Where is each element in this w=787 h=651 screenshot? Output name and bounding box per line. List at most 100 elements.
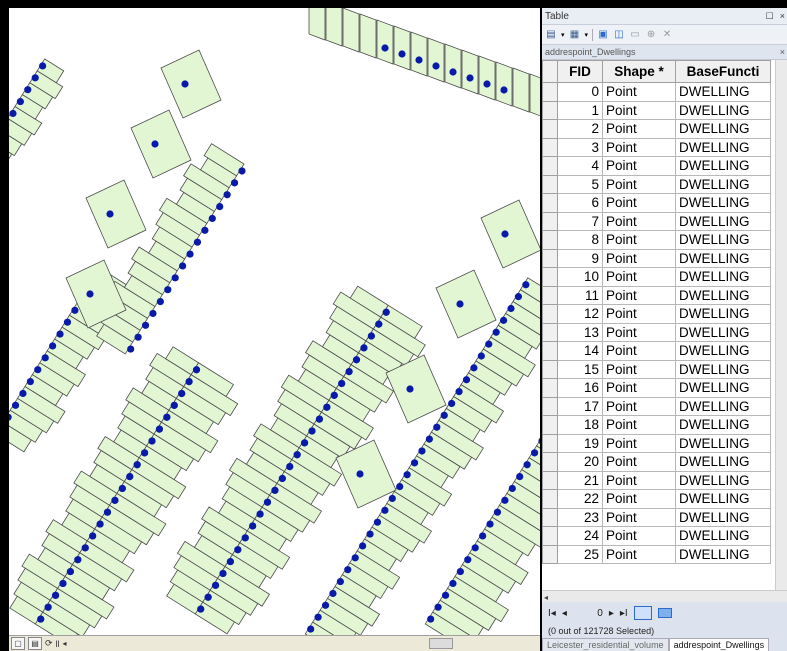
dwelling-point[interactable] [39, 62, 47, 70]
dwelling-point[interactable] [56, 330, 64, 338]
row-selector[interactable] [542, 415, 558, 435]
dwelling-point[interactable] [329, 589, 337, 598]
building-parcel[interactable] [435, 269, 497, 339]
dwelling-point[interactable] [170, 401, 178, 409]
pause-icon[interactable]: ll [56, 639, 60, 649]
column-header-fid[interactable]: FID [557, 60, 603, 83]
cell-shape[interactable]: Point [602, 452, 676, 472]
dwelling-point[interactable] [307, 625, 315, 633]
dwelling-point[interactable] [178, 389, 186, 398]
table-options-icon[interactable]: ▤ [545, 29, 557, 41]
cell-shape[interactable]: Point [602, 526, 676, 546]
dwelling-point[interactable] [456, 567, 464, 576]
cell-shape[interactable]: Point [602, 507, 676, 527]
cell-basefuncti[interactable]: DWELLING [675, 378, 771, 398]
dwelling-point[interactable] [193, 238, 202, 246]
dwelling-point[interactable] [338, 379, 346, 388]
dwelling-point[interactable] [507, 304, 515, 313]
first-record-icon[interactable]: I◂ [548, 608, 556, 619]
cell-shape[interactable]: Point [602, 341, 676, 361]
building-parcel[interactable] [130, 109, 192, 179]
cell-shape[interactable]: Point [602, 396, 676, 416]
cell-basefuncti[interactable]: DWELLING [675, 433, 771, 453]
dwelling-point[interactable] [118, 484, 126, 493]
cell-basefuncti[interactable]: DWELLING [675, 267, 771, 287]
dwelling-point[interactable] [427, 615, 435, 623]
dwelling-point[interactable] [49, 342, 57, 350]
dwelling-point[interactable] [479, 532, 487, 540]
dwelling-point[interactable] [163, 413, 171, 421]
dwelling-point[interactable] [51, 591, 60, 599]
cell-fid[interactable]: 0 [557, 82, 603, 102]
dwelling-point[interactable] [314, 613, 322, 621]
dwelling-point[interactable] [466, 74, 474, 82]
layout-view-icon[interactable]: ▤ [28, 637, 42, 650]
building-parcel[interactable] [427, 37, 445, 83]
dwelling-point[interactable] [366, 530, 374, 538]
table-row[interactable]: 7 Point DWELLING [542, 211, 771, 231]
dwelling-point[interactable] [192, 366, 201, 374]
last-record-icon[interactable]: ▸I [620, 608, 628, 619]
dwelling-point[interactable] [373, 518, 382, 526]
attribute-table-grid[interactable]: FID Shape * BaseFuncti 0 Point DWELLING 1 Po… [542, 60, 787, 590]
cell-shape[interactable]: Point [602, 378, 676, 398]
dwelling-point[interactable] [441, 591, 450, 599]
cell-shape[interactable]: Point [602, 193, 676, 213]
cell-shape[interactable]: Point [602, 100, 676, 120]
cell-fid[interactable]: 17 [557, 396, 603, 416]
dwelling-point[interactable] [464, 556, 472, 564]
dwelling-point[interactable] [256, 510, 264, 518]
row-selector[interactable] [542, 378, 558, 398]
dwelling-point[interactable] [398, 50, 406, 58]
cell-fid[interactable]: 9 [557, 248, 603, 268]
table-row[interactable]: 13 Point DWELLING [542, 322, 771, 342]
dwelling-point[interactable] [41, 354, 49, 362]
building-parcel[interactable] [308, 8, 326, 41]
dwelling-point[interactable] [315, 415, 323, 423]
switch-selection-icon[interactable]: ◫ [613, 29, 625, 41]
dwelling-point[interactable] [16, 97, 24, 106]
cell-fid[interactable]: 13 [557, 322, 603, 342]
dwelling-point[interactable] [226, 557, 234, 566]
row-selector[interactable] [542, 489, 558, 509]
close-layer-icon[interactable]: × [780, 47, 787, 57]
dwelling-point[interactable] [263, 498, 272, 506]
building-parcel[interactable] [529, 73, 540, 118]
dwelling-point[interactable] [477, 352, 485, 360]
dwelling-point[interactable] [410, 459, 419, 467]
row-selector[interactable] [542, 526, 558, 546]
row-selector[interactable] [542, 433, 558, 453]
table-row[interactable]: 3 Point DWELLING [542, 137, 771, 157]
cell-fid[interactable]: 4 [557, 156, 603, 176]
dwelling-point[interactable] [216, 202, 224, 211]
table-row[interactable]: 0 Point DWELLING [542, 82, 771, 102]
dwelling-point[interactable] [514, 293, 523, 301]
row-selector[interactable] [542, 193, 558, 213]
map-canvas[interactable] [9, 8, 540, 635]
building-parcel[interactable] [85, 179, 147, 249]
cell-basefuncti[interactable]: DWELLING [675, 452, 771, 472]
row-selector[interactable] [542, 119, 558, 139]
dwelling-point[interactable] [271, 486, 279, 494]
map-horizontal-scroll-thumb[interactable] [429, 638, 453, 649]
cell-shape[interactable]: Point [602, 489, 676, 509]
cell-fid[interactable]: 21 [557, 470, 603, 490]
dwelling-point[interactable] [330, 391, 338, 399]
previous-record-icon[interactable]: ◂ [562, 608, 567, 619]
dwelling-point[interactable] [155, 425, 163, 433]
dwelling-point[interactable] [230, 179, 239, 187]
dwelling-point[interactable] [186, 250, 194, 258]
table-row[interactable]: 2 Point DWELLING [542, 119, 771, 139]
cell-shape[interactable]: Point [602, 359, 676, 379]
show-selected-records-button[interactable] [657, 608, 672, 618]
dwelling-point[interactable] [286, 462, 294, 471]
dwelling-point[interactable] [111, 496, 119, 504]
dwelling-point[interactable] [141, 321, 150, 329]
cell-fid[interactable]: 5 [557, 174, 603, 194]
cell-shape[interactable]: Point [602, 82, 676, 102]
dwelling-point[interactable] [89, 532, 97, 540]
dwelling-point[interactable] [485, 340, 493, 348]
cell-shape[interactable]: Point [602, 174, 676, 194]
building-parcel[interactable] [359, 13, 377, 59]
dwelling-point[interactable] [133, 461, 141, 469]
